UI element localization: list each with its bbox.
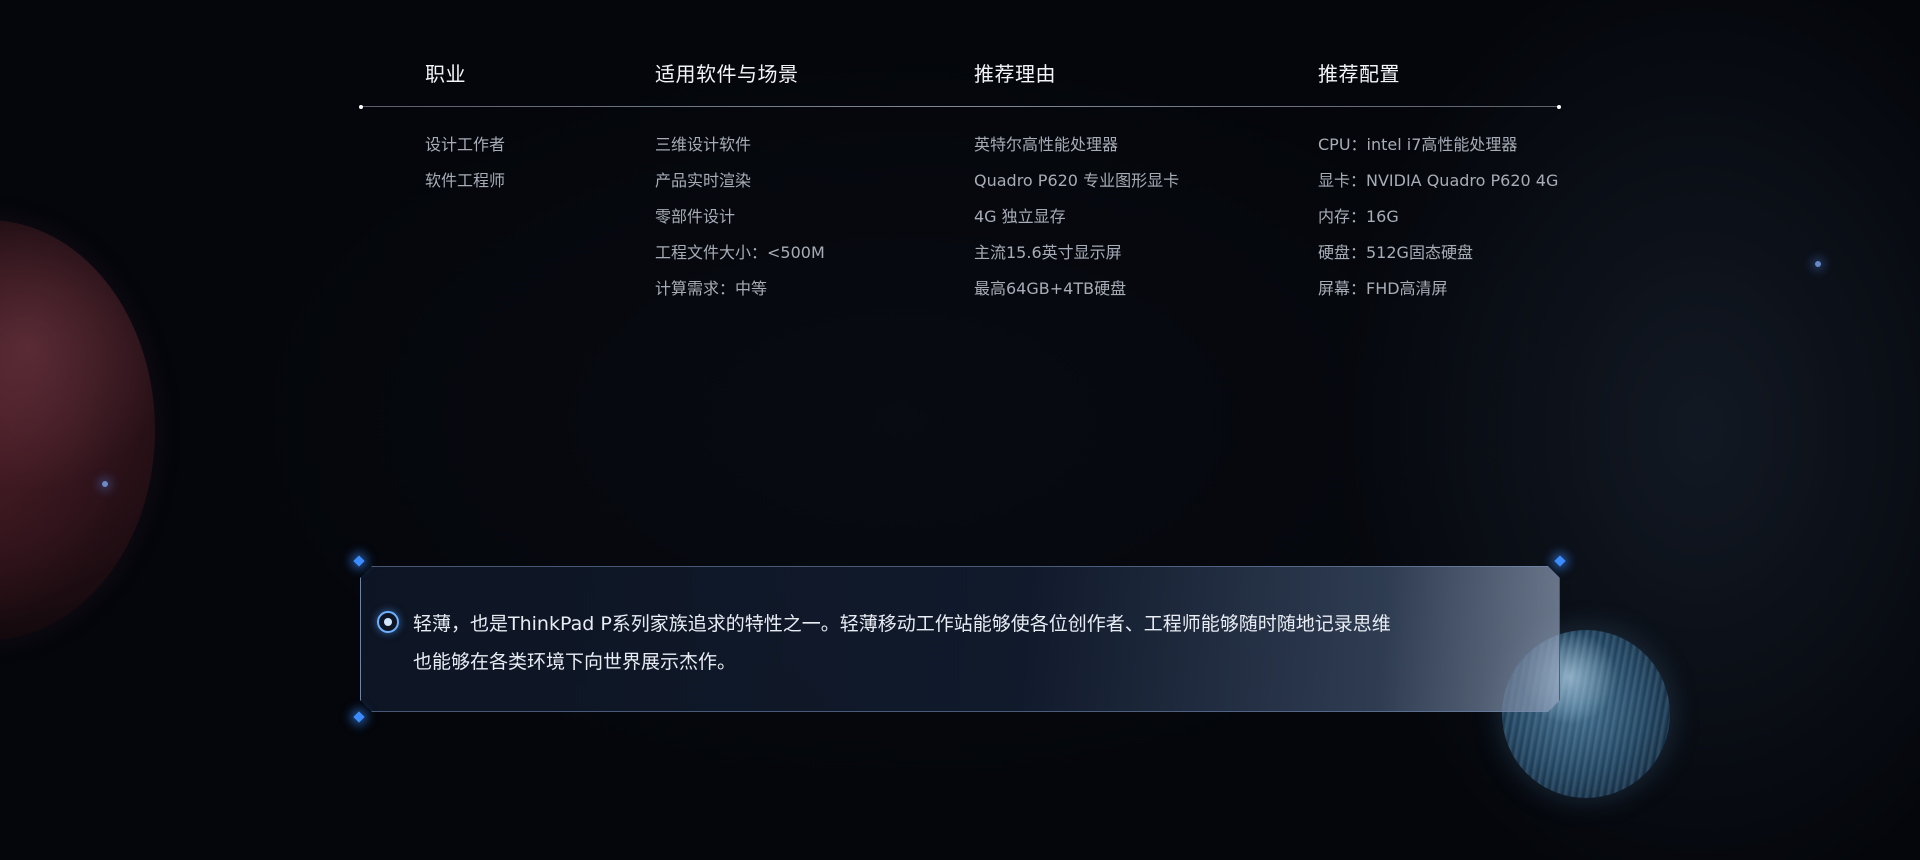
- column-reason: 英特尔高性能处理器 Quadro P620 专业图形显卡 4G 独立显存 主流1…: [974, 134, 1179, 314]
- list-item: 三维设计软件: [655, 135, 752, 154]
- column-config: CPU：intel i7高性能处理器 显卡：NVIDIA Quadro P620…: [1318, 134, 1558, 314]
- list-item: 4G 独立显存: [974, 207, 1066, 226]
- page: 职业 适用软件与场景 推荐理由 推荐配置 设计工作者 软件工程师 三维设计软件 …: [0, 0, 1920, 860]
- column-profession: 设计工作者 软件工程师: [425, 134, 505, 206]
- list-item: 显卡：NVIDIA Quadro P620 4G: [1318, 171, 1559, 190]
- column-software-scenario: 三维设计软件 产品实时渲染 零部件设计 工程文件大小：<500M 计算需求：中等: [655, 134, 825, 314]
- sparkle-icon: [353, 711, 365, 723]
- list-item: 内存：16G: [1318, 207, 1399, 226]
- list-item: 工程文件大小：<500M: [655, 243, 825, 262]
- list-item: 计算需求：中等: [655, 279, 768, 298]
- list-item: 软件工程师: [425, 171, 506, 190]
- sparkle-icon: [1554, 555, 1566, 567]
- star-decoration: [102, 481, 108, 487]
- red-planet-decoration: [0, 220, 155, 640]
- header-divider: [359, 104, 1561, 109]
- header-profession: 职业: [425, 62, 466, 86]
- list-item: 屏幕：FHD高清屏: [1318, 279, 1448, 298]
- note-line: 也能够在各类环境下向世界展示杰作。: [413, 651, 737, 673]
- list-item: 设计工作者: [425, 135, 506, 154]
- header-software-scenario: 适用软件与场景: [655, 62, 799, 86]
- list-item: Quadro P620 专业图形显卡: [974, 171, 1180, 190]
- table-header: 职业 适用软件与场景 推荐理由 推荐配置: [359, 40, 1561, 109]
- config-table: 职业 适用软件与场景 推荐理由 推荐配置 设计工作者 软件工程师 三维设计软件 …: [359, 40, 1561, 298]
- header-config: 推荐配置: [1318, 62, 1400, 86]
- list-item: 主流15.6英寸显示屏: [974, 243, 1122, 262]
- highlight-note-box: 轻薄，也是ThinkPad P系列家族追求的特性之一。轻薄移动工作站能够使各位创…: [360, 566, 1560, 712]
- radio-dot-icon: [377, 611, 399, 633]
- list-item: CPU：intel i7高性能处理器: [1318, 135, 1518, 154]
- sparkle-icon: [353, 555, 365, 567]
- list-item: 硬盘：512G固态硬盘: [1318, 243, 1473, 262]
- list-item: 零部件设计: [655, 207, 736, 226]
- header-reason: 推荐理由: [974, 62, 1056, 86]
- list-item: 产品实时渲染: [655, 171, 752, 190]
- note-text: 轻薄，也是ThinkPad P系列家族追求的特性之一。轻薄移动工作站能够使各位创…: [413, 605, 1473, 681]
- list-item: 最高64GB+4TB硬盘: [974, 279, 1127, 298]
- star-decoration: [1815, 261, 1821, 267]
- note-line: 轻薄，也是ThinkPad P系列家族追求的特性之一。轻薄移动工作站能够使各位创…: [413, 613, 1391, 635]
- list-item: 英特尔高性能处理器: [974, 135, 1119, 154]
